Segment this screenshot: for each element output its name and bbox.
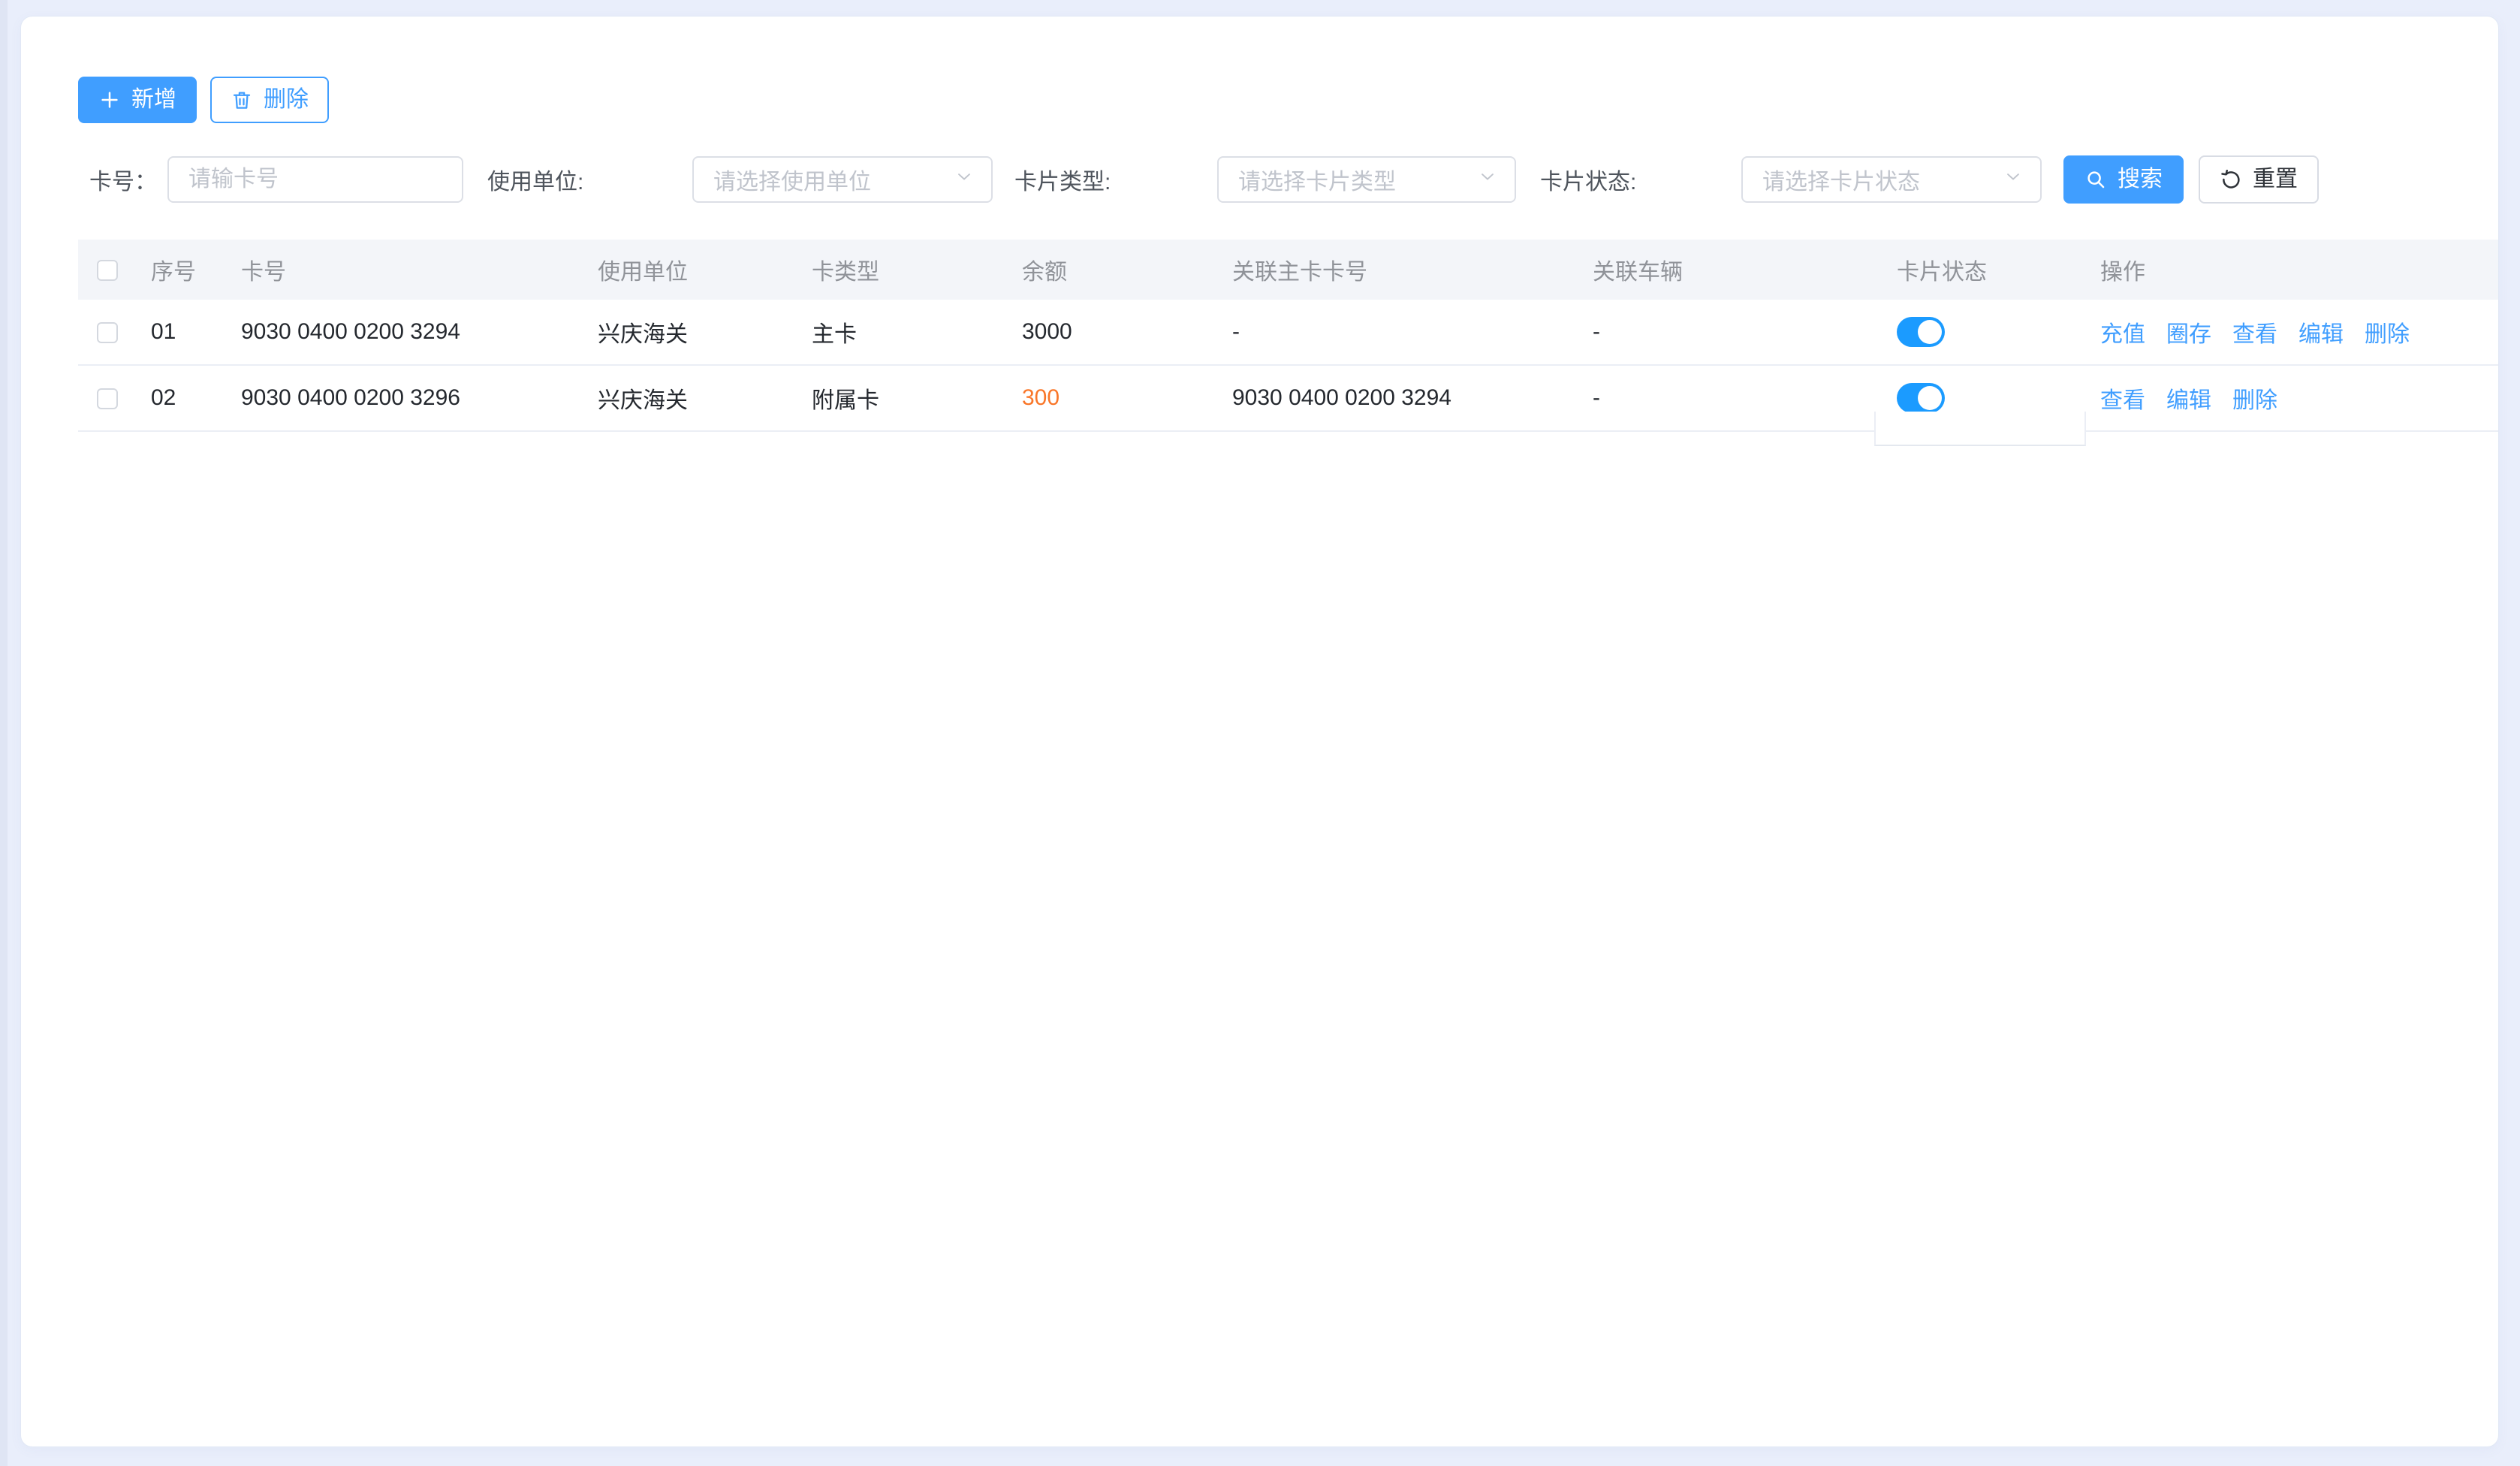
column-header-vehicle: 关联车辆 [1578, 240, 1874, 300]
action-delete-link[interactable]: 删除 [2365, 322, 2410, 347]
action-recharge-link[interactable]: 充值 [2100, 322, 2145, 347]
column-header-main-card: 关联主卡卡号 [1217, 240, 1578, 300]
cell-actions: 充值圈存查看编辑删除 [2085, 300, 2498, 365]
card-status-filter-label: 卡片状态: [1540, 156, 1636, 203]
action-view-link[interactable]: 查看 [2100, 388, 2145, 413]
cell-card-no: 9030 0400 0200 3294 [226, 300, 583, 365]
search-icon [2084, 168, 2107, 191]
add-button[interactable]: 新增 [78, 77, 197, 123]
card-type-select[interactable]: 请选择卡片类型 [1217, 156, 1516, 203]
cell-index: 02 [136, 365, 226, 431]
cell-actions: 查看编辑删除 [2085, 365, 2498, 431]
cell-use-unit: 兴庆海关 [583, 365, 797, 431]
use-unit-select[interactable]: 请选择使用单位 [692, 156, 993, 203]
use-unit-select-placeholder: 请选择使用单位 [713, 163, 871, 196]
content-card: 新增 删除 卡号： 使用单位: 请选择使用单位 卡片类型: 请选择卡片类型 卡片… [20, 16, 2499, 1447]
toggle-knob [1918, 386, 1942, 410]
column-header-balance: 余额 [1007, 240, 1217, 300]
cell-balance: 3000 [1007, 300, 1217, 365]
chevron-down-icon [954, 166, 975, 193]
action-edit-link[interactable]: 编辑 [2166, 388, 2211, 413]
action-load-link[interactable]: 圈存 [2166, 322, 2211, 347]
delete-button-label: 删除 [264, 89, 309, 111]
row-checkbox[interactable] [97, 388, 118, 409]
add-button-label: 新增 [131, 89, 176, 111]
chevron-down-icon [1477, 166, 1498, 193]
cell-main-card: 9030 0400 0200 3294 [1217, 365, 1578, 431]
card-status-toggle[interactable] [1897, 383, 1945, 413]
card-type-filter-label: 卡片类型: [1014, 156, 1111, 203]
use-unit-filter-label: 使用单位: [487, 156, 583, 203]
search-button-label: 搜索 [2118, 168, 2163, 191]
table-header-row: 序号 卡号 使用单位 卡类型 余额 关联主卡卡号 关联车辆 卡片状态 操作 [78, 240, 2498, 300]
column-header-index: 序号 [136, 240, 226, 300]
page-left-edge [0, 0, 8, 1466]
reset-icon [2220, 168, 2242, 191]
fixed-column-patch [1874, 412, 2086, 446]
cell-card-type: 附属卡 [797, 365, 1007, 431]
select-all-checkbox[interactable] [97, 260, 118, 281]
table-row: 01 9030 0400 0200 3294 兴庆海关 主卡 3000 - - … [78, 300, 2498, 365]
column-header-card-status: 卡片状态 [1874, 240, 2085, 300]
cell-use-unit: 兴庆海关 [583, 300, 797, 365]
column-header-card-no: 卡号 [226, 240, 583, 300]
cards-table: 序号 卡号 使用单位 卡类型 余额 关联主卡卡号 关联车辆 卡片状态 操作 01… [78, 240, 2498, 432]
cell-balance: 300 [1007, 365, 1217, 431]
reset-button[interactable]: 重置 [2199, 155, 2319, 204]
card-no-input[interactable] [167, 156, 463, 203]
card-status-toggle[interactable] [1897, 317, 1945, 347]
toggle-knob [1918, 320, 1942, 344]
table-row: 02 9030 0400 0200 3296 兴庆海关 附属卡 300 9030… [78, 365, 2498, 431]
column-header-card-type: 卡类型 [797, 240, 1007, 300]
search-button[interactable]: 搜索 [2063, 155, 2184, 204]
action-delete-link[interactable]: 删除 [2232, 388, 2277, 413]
row-checkbox[interactable] [97, 322, 118, 343]
plus-icon [98, 89, 121, 111]
trash-icon [231, 89, 253, 111]
cell-vehicle: - [1578, 365, 1874, 431]
delete-button[interactable]: 删除 [210, 77, 329, 123]
action-view-link[interactable]: 查看 [2232, 322, 2277, 347]
reset-button-label: 重置 [2253, 168, 2298, 191]
cell-vehicle: - [1578, 300, 1874, 365]
card-no-filter-label: 卡号： [89, 156, 157, 203]
column-header-use-unit: 使用单位 [583, 240, 797, 300]
chevron-down-icon [2003, 166, 2024, 193]
action-edit-link[interactable]: 编辑 [2298, 322, 2344, 347]
card-status-select-placeholder: 请选择卡片状态 [1762, 163, 1920, 196]
column-header-actions: 操作 [2085, 240, 2498, 300]
card-status-select[interactable]: 请选择卡片状态 [1741, 156, 2042, 203]
card-type-select-placeholder: 请选择卡片类型 [1238, 163, 1396, 196]
cell-card-type: 主卡 [797, 300, 1007, 365]
cell-card-no: 9030 0400 0200 3296 [226, 365, 583, 431]
cell-main-card: - [1217, 300, 1578, 365]
cell-index: 01 [136, 300, 226, 365]
